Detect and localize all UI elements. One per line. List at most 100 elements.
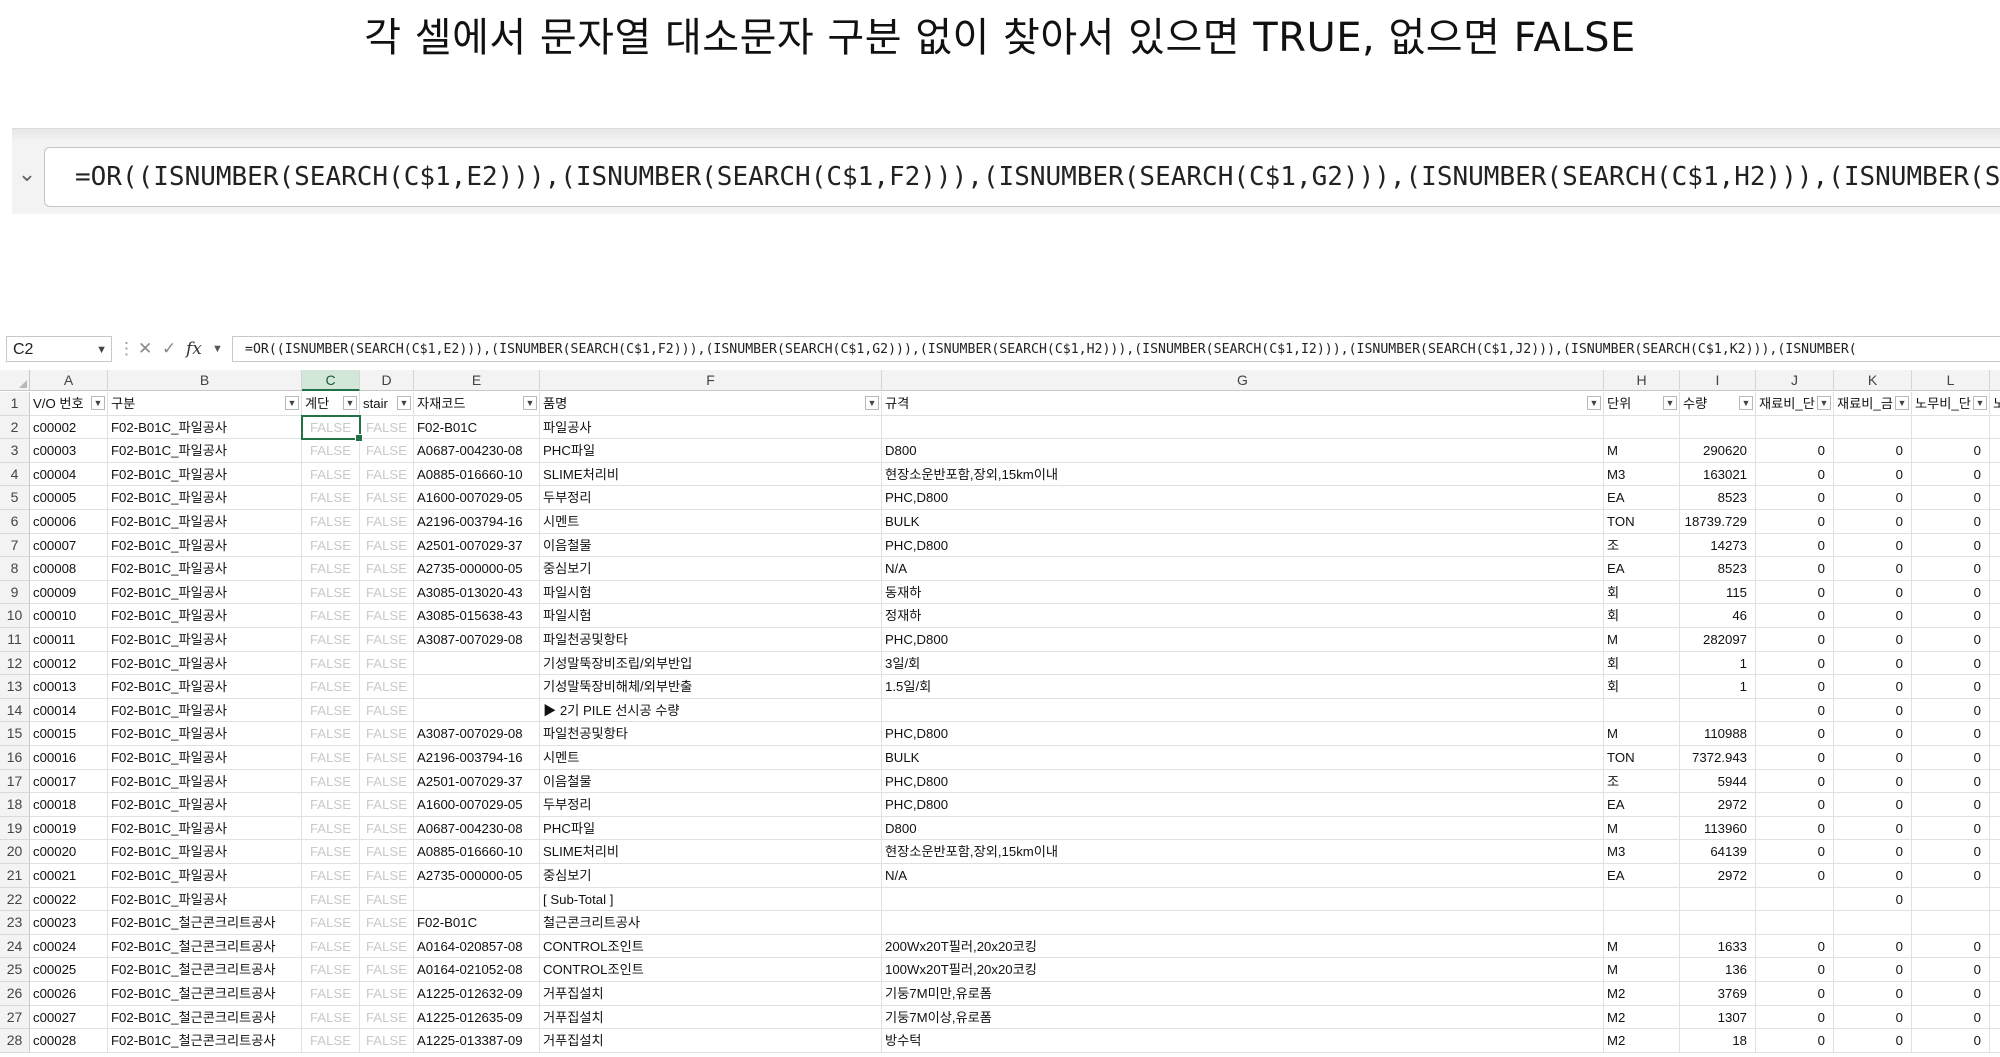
cell-g[interactable]: 기둥7M미만,유로폼 (882, 982, 1604, 1006)
cell-e[interactable]: A0687-004230-08 (414, 439, 540, 463)
cell-l[interactable]: 0 (1912, 580, 1990, 605)
cell-f[interactable]: 두부정리 (540, 486, 882, 510)
cell-g[interactable]: 3일/회 (882, 651, 1604, 676)
cell-e[interactable]: A1225-013387-09 (414, 1029, 540, 1053)
cell-i[interactable]: 5944 (1680, 769, 1756, 794)
header-cell[interactable]: 품명 ▼ (540, 392, 882, 416)
cell-b[interactable]: F02-B01C_파일공사 (108, 439, 302, 463)
filter-dropdown-icon[interactable]: ▼ (865, 396, 879, 410)
column-header-i[interactable]: I (1680, 370, 1756, 391)
cell-g[interactable]: 방수턱 (882, 1029, 1604, 1053)
row-header[interactable]: 23 (0, 911, 30, 935)
cell-b[interactable]: F02-B01C_파일공사 (108, 462, 302, 487)
cell-h[interactable]: M (1604, 439, 1680, 463)
cell-h[interactable]: 조 (1604, 769, 1680, 794)
cell-k[interactable]: 0 (1834, 462, 1912, 487)
cell-i[interactable]: 18 (1680, 1029, 1756, 1053)
cell-h[interactable]: M (1604, 934, 1680, 959)
header-cell[interactable]: 재료비_단 ▼ (1756, 392, 1834, 416)
cell-c[interactable]: FALSE (302, 769, 360, 794)
cell-k[interactable]: 0 (1834, 628, 1912, 652)
cell-j[interactable]: 0 (1756, 651, 1834, 676)
cell-c[interactable]: FALSE (302, 816, 360, 841)
cell-g[interactable]: 기둥7M이상,유로폼 (882, 1005, 1604, 1030)
row-header[interactable]: 11 (0, 628, 30, 652)
cell-j[interactable]: 0 (1756, 557, 1834, 581)
cell-a[interactable]: c00011 (30, 628, 108, 652)
cell-j[interactable]: 0 (1756, 533, 1834, 558)
cell-j[interactable] (1756, 887, 1834, 912)
cell-k[interactable] (1834, 415, 1912, 440)
cell-a[interactable]: c00027 (30, 1005, 108, 1030)
cell-i[interactable]: 18739.729 (1680, 510, 1756, 534)
cell-f[interactable]: 거푸집설치 (540, 1005, 882, 1030)
cell-h[interactable]: TON (1604, 746, 1680, 770)
cell-e[interactable]: A0164-021052-08 (414, 958, 540, 982)
cell-g[interactable]: 동재하 (882, 580, 1604, 605)
cell-f[interactable]: 파일시험 (540, 604, 882, 628)
chevron-down-icon[interactable]: ▼ (96, 337, 107, 363)
cell-g[interactable] (882, 415, 1604, 440)
cell-a[interactable]: c00007 (30, 533, 108, 558)
column-header-g[interactable]: G (882, 370, 1604, 391)
cell-f[interactable]: 시멘트 (540, 746, 882, 770)
cell-j[interactable]: 0 (1756, 1029, 1834, 1053)
cell-a[interactable]: c00012 (30, 651, 108, 676)
cell-j[interactable]: 0 (1756, 675, 1834, 699)
cell-h[interactable]: M3 (1604, 840, 1680, 864)
cell-j[interactable]: 0 (1756, 840, 1834, 864)
column-header-f[interactable]: F (540, 370, 882, 391)
cell-j[interactable]: 0 (1756, 982, 1834, 1006)
cell-e[interactable]: A2196-003794-16 (414, 746, 540, 770)
cell-a[interactable]: c00008 (30, 557, 108, 581)
cell-k[interactable]: 0 (1834, 651, 1912, 676)
cell-l[interactable]: 0 (1912, 486, 1990, 510)
cell-g[interactable]: PHC,D800 (882, 793, 1604, 817)
header-cell[interactable]: 구분 ▼ (108, 392, 302, 416)
cell-f[interactable]: 파일시험 (540, 580, 882, 605)
cell-j[interactable] (1756, 415, 1834, 440)
cell-d[interactable]: FALSE (360, 486, 414, 510)
cell-k[interactable]: 0 (1834, 958, 1912, 982)
cell-k[interactable]: 0 (1834, 934, 1912, 959)
row-header[interactable]: 19 (0, 816, 30, 841)
cell-f[interactable]: PHC파일 (540, 439, 882, 463)
cell-j[interactable]: 0 (1756, 439, 1834, 463)
row-header[interactable]: 10 (0, 604, 30, 628)
column-header-l[interactable]: L (1912, 370, 1990, 391)
cell-d[interactable]: FALSE (360, 911, 414, 935)
cell-g[interactable]: BULK (882, 746, 1604, 770)
cell-i[interactable]: 1633 (1680, 934, 1756, 959)
cell-l[interactable]: 0 (1912, 557, 1990, 581)
row-header[interactable]: 12 (0, 651, 30, 676)
filter-dropdown-icon[interactable]: ▼ (285, 396, 299, 410)
cell-h[interactable] (1604, 698, 1680, 723)
row-header[interactable]: 16 (0, 746, 30, 770)
cell-k[interactable]: 0 (1834, 580, 1912, 605)
cell-d[interactable]: FALSE (360, 722, 414, 746)
cell-d[interactable]: FALSE (360, 675, 414, 699)
filter-dropdown-icon[interactable]: ▼ (1895, 396, 1909, 410)
cell-i[interactable]: 8523 (1680, 557, 1756, 581)
cell-c[interactable]: FALSE (302, 982, 360, 1006)
chevron-down-icon[interactable]: ▼ (212, 336, 223, 362)
spreadsheet-grid[interactable]: A B C D E F G H I J K L 1 V/O 번호 ▼ 구분 ▼ 계단 ▼ stair ▼ 자재코드 ▼ 품명 ▼… (0, 370, 2000, 1057)
cell-h[interactable]: EA (1604, 486, 1680, 510)
cell-e[interactable]: A2196-003794-16 (414, 510, 540, 534)
cell-e[interactable]: A0885-016660-10 (414, 462, 540, 487)
cell-h[interactable]: M (1604, 722, 1680, 746)
cell-j[interactable]: 0 (1756, 816, 1834, 841)
cell-j[interactable]: 0 (1756, 722, 1834, 746)
cell-b[interactable]: F02-B01C_파일공사 (108, 722, 302, 746)
cell-h[interactable]: 회 (1604, 651, 1680, 676)
row-header[interactable]: 18 (0, 793, 30, 817)
cell-l[interactable]: 0 (1912, 840, 1990, 864)
row-header[interactable]: 5 (0, 486, 30, 510)
cell-g[interactable] (882, 698, 1604, 723)
cell-e[interactable]: A1225-012632-09 (414, 982, 540, 1006)
cell-a[interactable]: c00022 (30, 887, 108, 912)
header-cell[interactable]: 수량 ▼ (1680, 392, 1756, 416)
header-cell[interactable]: 규격 ▼ (882, 392, 1604, 416)
cell-i[interactable]: 2972 (1680, 864, 1756, 888)
filter-dropdown-icon[interactable]: ▼ (1739, 396, 1753, 410)
